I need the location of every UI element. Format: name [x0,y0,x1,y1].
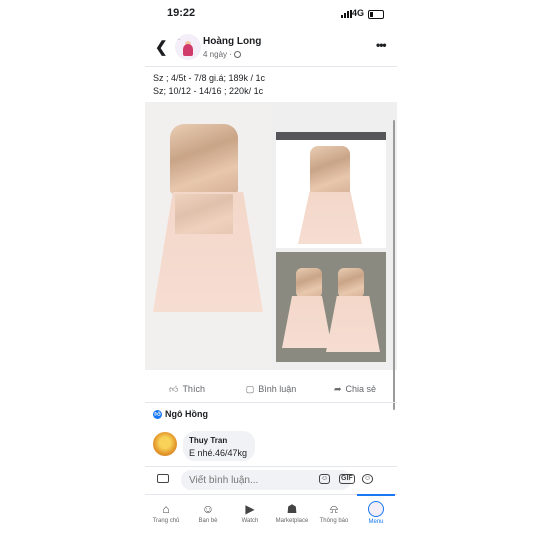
tab-friends-label: Bạn bè [198,518,218,524]
avatar-figure [183,44,193,56]
status-time: 19:22 [167,7,196,19]
author-avatar[interactable]: ~ [175,34,201,60]
network-label: 4G [352,8,365,18]
post-time: 4 ngày · [203,50,232,59]
marketplace-icon: ☗ [286,502,298,516]
tab-friends[interactable]: ☺ Bạn bè [187,495,229,535]
tab-marketplace[interactable]: ☗ Marketplace [271,495,313,535]
camera-icon[interactable] [157,474,169,483]
tab-watch-label: Watch [241,518,259,524]
tab-home-label: Trang chủ [152,518,180,524]
comment-button[interactable]: ▢ Bình luận [229,376,313,402]
bell-icon: ⍾ [330,502,338,516]
tab-home[interactable]: ⌂ Trang chủ [145,495,187,535]
signal-icon [341,10,352,18]
post-text-line-2: Sz; 10/12 - 14/16 ; 220k/ 1c [153,86,264,96]
friends-icon: ☺ [201,502,215,516]
thumbs-up-icon: 👍︎ [169,383,179,394]
phone-screen: 19:22 4G ❮ ~ Hoàng Long 4 ngày · ••• Sz … [145,0,397,543]
post-header: ❮ ~ Hoàng Long 4 ngày · ••• [145,30,397,67]
tab-marketplace-label: Marketplace [275,518,309,524]
watch-icon: ▶ [245,502,255,516]
post-images[interactable] [145,102,397,370]
reactions-summary[interactable]: 👍︎ Ngô Hồng [153,409,208,419]
commenter-avatar[interactable] [153,432,177,456]
avatar-sticker-icon[interactable]: ☺ [319,474,331,484]
comment-icon: ▢ [245,383,255,394]
tab-notifications-label: Thông báo [319,518,349,524]
tab-menu-label: Menu [368,519,384,525]
back-icon[interactable]: ❮ [155,38,168,56]
commenter-name[interactable]: Thuy Tran [189,436,227,445]
emoji-icon[interactable]: ☺ [362,474,374,484]
like-label: Thích [182,384,205,394]
like-reaction-icon: 👍︎ [153,409,162,419]
reactor-name: Ngô Hồng [165,409,208,419]
share-button[interactable]: ➦ Chia sẻ [313,376,397,402]
comment-text: E nhé.46/47kg [189,448,248,458]
post-meta: 4 ngày · [203,50,241,59]
battery-icon [368,10,384,19]
photo-two-dresses[interactable] [276,252,386,362]
tab-watch[interactable]: ▶ Watch [229,495,271,535]
scrollbar[interactable] [393,120,395,410]
home-icon: ⌂ [162,502,170,516]
comment-composer: ☺ GIF ☺ [145,466,397,493]
bottom-tab-bar: ⌂ Trang chủ ☺ Bạn bè ▶ Watch ☗ Marketpla… [145,494,397,535]
photo-main-dress[interactable] [145,102,271,370]
author-name[interactable]: Hoàng Long [203,36,261,47]
comment-label: Bình luận [258,384,297,394]
globe-icon [233,51,241,58]
more-options-icon[interactable]: ••• [376,38,387,52]
like-button[interactable]: 👍︎ Thích [145,376,229,402]
post-actions: 👍︎ Thích ▢ Bình luận ➦ Chia sẻ [145,376,397,403]
post-text: Sz ; 4/5t - 7/8 gi.á; 189k / 1c Sz; 10/1… [153,72,265,98]
photo-dress-front[interactable] [276,132,386,248]
share-icon: ➦ [333,383,342,394]
gif-icon[interactable]: GIF [339,474,355,484]
post-text-line-1: Sz ; 4/5t - 7/8 gi.á; 189k / 1c [153,73,266,83]
share-label: Chia sẻ [345,384,377,394]
tab-menu[interactable]: Menu [355,494,397,535]
avatar-logo: ~ [178,37,181,42]
tab-notifications[interactable]: ⍾ Thông báo [313,495,355,535]
status-bar: 19:22 4G [145,6,397,22]
menu-avatar-icon [368,501,384,517]
comment-bubble[interactable]: Thuy Tran E nhé.46/47kg [183,431,255,461]
photo-toolbar [276,132,386,140]
